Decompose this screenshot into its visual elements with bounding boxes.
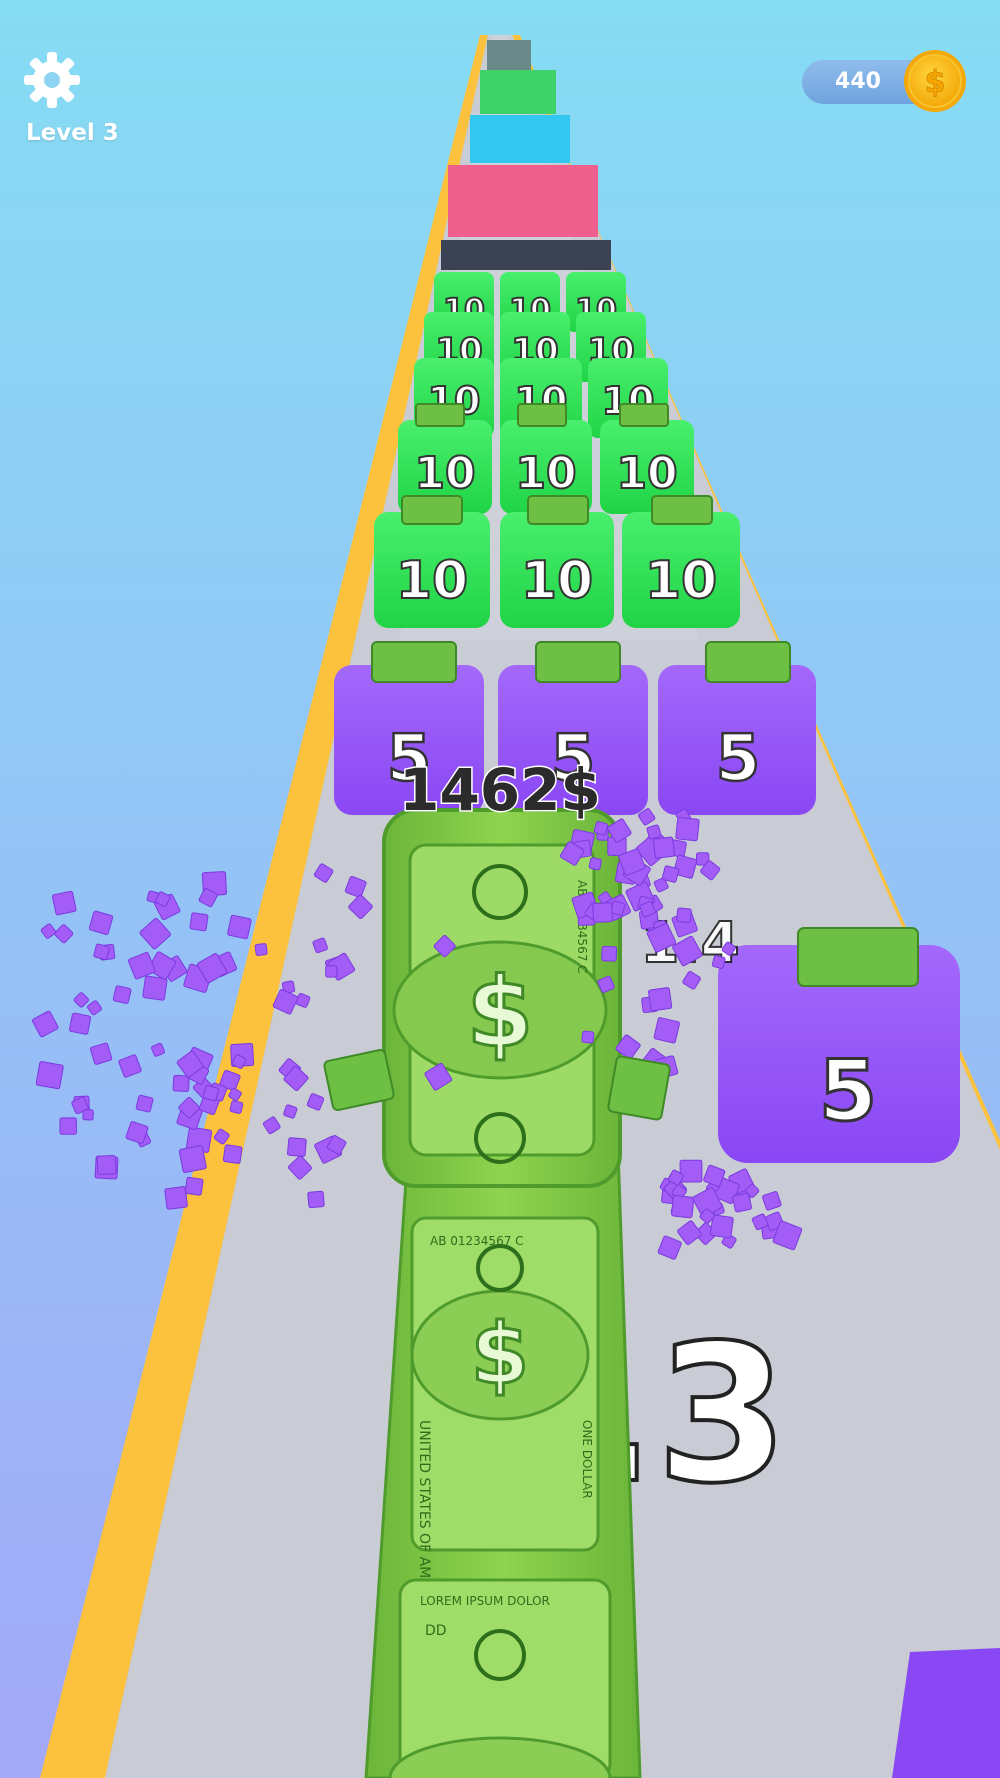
debris-piece: [601, 945, 618, 962]
debris-piece: [40, 923, 57, 939]
debris-piece: [51, 890, 77, 916]
money-score-label: 1462$: [399, 756, 601, 824]
debris-piece: [732, 1192, 752, 1213]
green-block-label: 10: [414, 448, 475, 499]
debris-piece: [35, 1061, 64, 1090]
debris-piece: [661, 865, 680, 883]
debris-piece: [647, 987, 673, 1012]
game-scene: 10 10 10 10 10 10 10 10 10 10 10 10 10 1…: [32, 35, 1000, 1778]
debris-piece: [592, 902, 613, 923]
debris-piece: [32, 1010, 59, 1038]
green-block-label: 10: [521, 551, 593, 611]
debris-piece: [652, 836, 675, 859]
debris-piece: [325, 965, 338, 978]
bill-serial: AB 01234567 C: [430, 1234, 524, 1248]
debris-piece: [73, 992, 89, 1008]
far-mixed-row: [487, 40, 531, 70]
debris-piece: [139, 917, 171, 950]
bill-corner: DD: [425, 1623, 447, 1639]
debris-piece: [172, 1074, 190, 1092]
debris-piece: [588, 857, 602, 871]
debris-piece: [88, 910, 114, 935]
debris-piece: [222, 1144, 243, 1164]
level-label: Level 3: [26, 120, 119, 146]
debris-piece: [112, 985, 132, 1004]
debris-piece: [151, 1042, 165, 1057]
coin-icon: $: [904, 50, 966, 112]
green-block-rows: 10 10 10 10 10 10 10 10 10 10 10 10 10 1…: [374, 272, 740, 628]
green-block-label: 10: [616, 448, 677, 499]
money-trail: $ AB 01234567 C ONE DOLLAR UNITED STATES…: [364, 1148, 642, 1778]
debris-piece: [82, 1109, 94, 1121]
debris-piece: [184, 1176, 204, 1196]
debris-piece: [164, 1186, 188, 1210]
roll-dollar-symbol: $: [467, 957, 534, 1069]
debris-piece: [54, 924, 74, 944]
cyan-block-row: [470, 115, 570, 163]
debris-piece: [227, 914, 252, 940]
dark-block-row: [441, 240, 611, 270]
money-roll-player: $ AB 01234567 C: [382, 808, 622, 1188]
debris-piece: [307, 1190, 325, 1209]
purple-block-edge: [892, 1648, 1000, 1778]
debris-piece: [135, 1094, 154, 1113]
debris-piece: [254, 943, 268, 957]
debris-piece: [287, 1137, 307, 1157]
coin-symbol: $: [925, 65, 946, 100]
bill-header: LOREM IPSUM DOLOR: [420, 1594, 550, 1608]
bill-one-dollar: ONE DOLLAR: [580, 1420, 594, 1499]
green-block-label: 10: [645, 551, 717, 611]
debris-piece: [679, 1159, 703, 1183]
debris-piece: [87, 1000, 102, 1016]
pink-block-row: [448, 165, 598, 237]
debris-piece: [118, 1054, 142, 1078]
purple-block-label: 5: [716, 722, 761, 796]
debris-piece: [69, 1012, 92, 1035]
settings-button[interactable]: [22, 50, 82, 110]
debris-piece: [96, 1154, 117, 1175]
debris-piece: [59, 1117, 77, 1135]
green-row-front: 10 10 10: [374, 512, 740, 628]
debris-piece: [128, 951, 156, 980]
side-block-label: 5: [819, 1042, 877, 1140]
side-purple-block: 5: [718, 927, 960, 1163]
debris-piece: [229, 1100, 244, 1114]
debris-piece: [671, 1194, 695, 1219]
debris-piece: [653, 1017, 680, 1044]
debris-piece: [675, 816, 700, 842]
bill-dollar-symbol: $: [471, 1305, 529, 1403]
debris-piece: [202, 1085, 220, 1102]
gear-icon: [24, 52, 80, 108]
debris-piece: [93, 943, 110, 961]
debris-piece: [581, 1030, 595, 1044]
coin-count: 440: [835, 69, 881, 94]
debris-piece: [709, 1214, 734, 1239]
debris-piece: [711, 955, 726, 969]
far-green-row: [480, 70, 556, 114]
debris-piece: [178, 1145, 207, 1173]
debris-piece: [676, 907, 692, 923]
debris-piece: [593, 820, 609, 836]
green-block-label: 10: [396, 551, 468, 611]
green-block-label: 10: [515, 448, 576, 499]
debris-piece: [89, 1042, 113, 1065]
debris-piece: [189, 912, 209, 932]
